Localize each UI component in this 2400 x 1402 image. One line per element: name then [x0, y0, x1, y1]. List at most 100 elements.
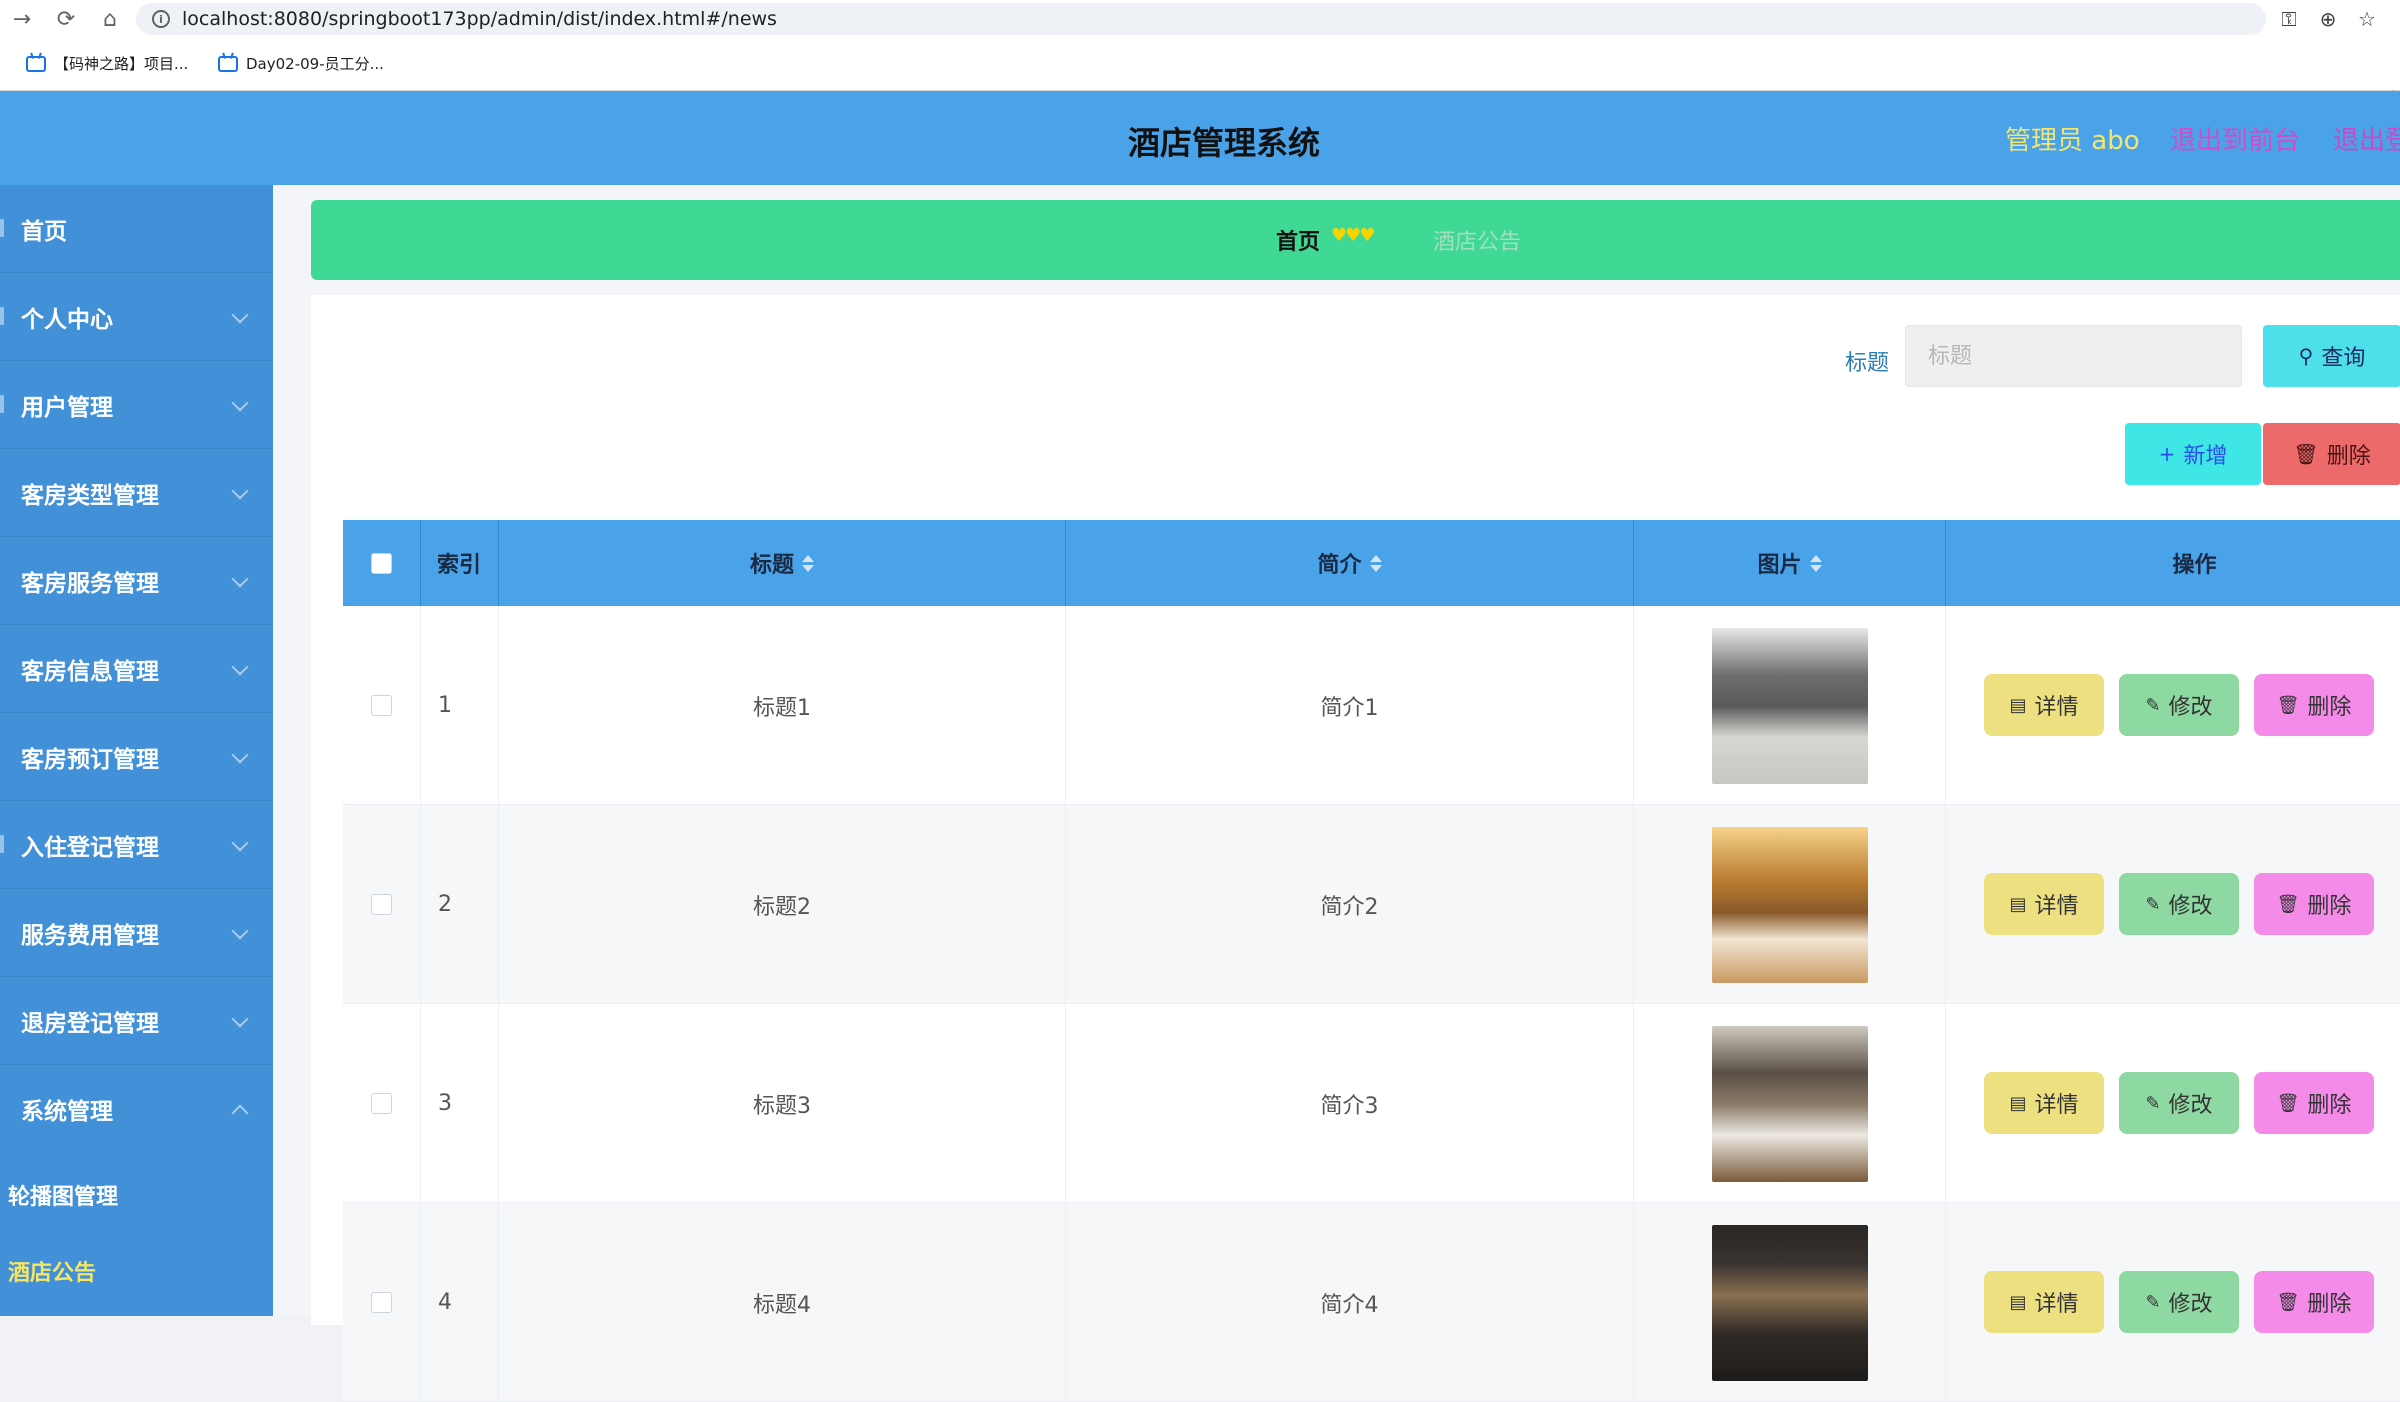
batch-delete-button[interactable]: 🗑 删除 [2263, 423, 2400, 485]
table-row: 4 标题4 简介4 ▤ 详情 ✎ 修改 🗑 删除 [343, 1203, 2400, 1402]
sidebar-item-user-management[interactable]: 用户管理 [0, 361, 273, 449]
document-icon: ▤ [2009, 1291, 2027, 1313]
site-info-icon[interactable]: i [152, 10, 170, 28]
delete-row-button[interactable]: 🗑 删除 [2254, 1271, 2374, 1333]
document-icon: ▤ [2009, 694, 2027, 716]
sidebar-item-checkin[interactable]: 入住登记管理 [0, 801, 273, 889]
column-index: 索引 [421, 520, 499, 606]
actions-cell: ▤ 详情 ✎ 修改 🗑 删除 [1946, 606, 2400, 805]
home-icon[interactable]: ⌂ [88, 0, 132, 38]
row-checkbox[interactable] [371, 1093, 392, 1114]
breadcrumb-current: 酒店公告 [1432, 230, 1521, 255]
key-icon[interactable]: ⚿ [2276, 6, 2302, 32]
table-row: 1 标题1 简介1 ▤ 详情 ✎ 修改 🗑 删除 [343, 606, 2400, 805]
detail-button-label: 详情 [2034, 1093, 2079, 1118]
row-checkbox[interactable] [371, 1292, 392, 1313]
sidebar-subitem-hotel-notice[interactable]: 酒店公告 [0, 1233, 273, 1309]
room-thumbnail[interactable] [1711, 627, 1868, 784]
sort-icon[interactable] [802, 554, 814, 572]
detail-button-label: 详情 [2034, 894, 2079, 919]
sidebar-item-room-service[interactable]: 客房服务管理 [0, 537, 273, 625]
sidebar-item-service-fee[interactable]: 服务费用管理 [0, 889, 273, 977]
row-checkbox[interactable] [371, 695, 392, 716]
edit-button[interactable]: ✎ 修改 [2119, 873, 2239, 935]
sidebar-item-label: 退房登记管理 [21, 1010, 159, 1037]
delete-row-button[interactable]: 🗑 删除 [2254, 1072, 2374, 1134]
sidebar-item-system[interactable]: 系统管理 [0, 1065, 273, 1153]
sidebar-subitem-label: 酒店公告 [8, 1261, 97, 1286]
detail-button-label: 详情 [2034, 1292, 2079, 1317]
bookmark-star-icon[interactable]: ☆ [2354, 6, 2380, 32]
select-all-checkbox[interactable] [371, 552, 392, 574]
detail-button[interactable]: ▤ 详情 [1984, 1072, 2104, 1134]
chevron-up-icon [231, 1104, 249, 1122]
query-button[interactable]: ⚲ 查询 [2263, 325, 2400, 387]
column-summary[interactable]: 简介 [1066, 520, 1634, 606]
forward-icon[interactable]: → [0, 0, 44, 38]
edit-button[interactable]: ✎ 修改 [2119, 1072, 2239, 1134]
delete-row-button-label: 删除 [2307, 894, 2352, 919]
reload-icon[interactable]: ⟳ [44, 0, 88, 38]
chevron-down-icon [231, 306, 249, 324]
search-label: 标题 [1845, 351, 1890, 376]
delete-row-button[interactable]: 🗑 删除 [2254, 674, 2374, 736]
logout-link[interactable]: 退出登录 [2333, 120, 2400, 157]
content-panel: 标题 ⚲ 查询 + 新增 🗑 删除 索引 标题 [311, 295, 2400, 1402]
chevron-down-icon [231, 746, 249, 764]
chevron-down-icon [231, 922, 249, 940]
edit-button[interactable]: ✎ 修改 [2119, 1271, 2239, 1333]
sort-icon[interactable] [1369, 554, 1382, 572]
sidebar-item-room-type[interactable]: 客房类型管理 [0, 449, 273, 537]
delete-row-button-label: 删除 [2307, 1292, 2352, 1317]
delete-row-button[interactable]: 🗑 删除 [2254, 873, 2374, 935]
detail-button[interactable]: ▤ 详情 [1984, 1271, 2104, 1333]
row-select-cell [343, 805, 421, 1004]
column-title[interactable]: 标题 [499, 520, 1066, 606]
title-search-input[interactable] [1905, 325, 2242, 387]
bookmark-item[interactable]: 【码神之路】项目... [26, 53, 188, 74]
row-select-cell [343, 1203, 421, 1402]
sort-icon[interactable] [1809, 554, 1822, 572]
sidebar-subitem-carousel[interactable]: 轮播图管理 [0, 1157, 273, 1233]
sidebar-item-room-info[interactable]: 客房信息管理 [0, 625, 273, 713]
column-image[interactable]: 图片 [1634, 520, 1946, 606]
sidebar-item-label: 客房预订管理 [21, 746, 159, 773]
row-checkbox[interactable] [371, 894, 392, 915]
delete-row-button-label: 删除 [2307, 695, 2352, 720]
sidebar-item-label: 个人中心 [21, 306, 113, 333]
detail-button[interactable]: ▤ 详情 [1984, 674, 2104, 736]
chevron-down-icon [231, 658, 249, 676]
room-thumbnail[interactable] [1711, 1224, 1868, 1381]
zoom-icon[interactable]: ⊕ [2315, 6, 2341, 32]
sidebar-item-checkout[interactable]: 退房登记管理 [0, 977, 273, 1065]
heart-separator-icon: ♥♥♥ [1331, 225, 1375, 246]
sidebar-item-home[interactable]: 首页 [0, 185, 273, 273]
breadcrumb-home[interactable]: 首页 [1276, 224, 1320, 256]
add-button[interactable]: + 新增 [2125, 423, 2261, 485]
sidebar-item-label: 客房服务管理 [21, 570, 159, 597]
address-bar[interactable]: i localhost:8080/springboot173pp/admin/d… [136, 3, 2266, 35]
bookmark-item[interactable]: Day02-09-员工分... [218, 53, 384, 74]
chevron-down-icon [231, 834, 249, 852]
bookmark-label: 【码神之路】项目... [54, 55, 189, 73]
delete-button-label: 删除 [2326, 444, 2371, 469]
sidebar-item-room-booking[interactable]: 客房预订管理 [0, 713, 273, 801]
edit-button[interactable]: ✎ 修改 [2119, 674, 2239, 736]
table-header: 索引 标题 简介 图片 操作 [343, 520, 2400, 606]
current-user: 管理员 abo [2005, 126, 2140, 156]
bookmark-label: Day02-09-员工分... [246, 55, 384, 73]
sidebar-item-personal-center[interactable]: 个人中心 [0, 273, 273, 361]
app-header: 酒店管理系统 管理员 abo 退出到前台 退出登录 [0, 91, 2400, 185]
exit-to-front-link[interactable]: 退出到前台 [2170, 120, 2300, 157]
chevron-down-icon [231, 482, 249, 500]
room-thumbnail[interactable] [1711, 1025, 1868, 1182]
document-icon: ▤ [2009, 893, 2027, 915]
actions-cell: ▤ 详情 ✎ 修改 🗑 删除 [1946, 805, 2400, 1004]
room-thumbnail[interactable] [1711, 826, 1868, 983]
index-cell: 1 [421, 606, 499, 805]
title-cell: 标题3 [499, 1004, 1066, 1203]
detail-button[interactable]: ▤ 详情 [1984, 873, 2104, 935]
column-actions: 操作 [2172, 553, 2217, 578]
summary-cell: 简介3 [1066, 1004, 1634, 1203]
sidebar-item-label: 首页 [21, 218, 67, 245]
